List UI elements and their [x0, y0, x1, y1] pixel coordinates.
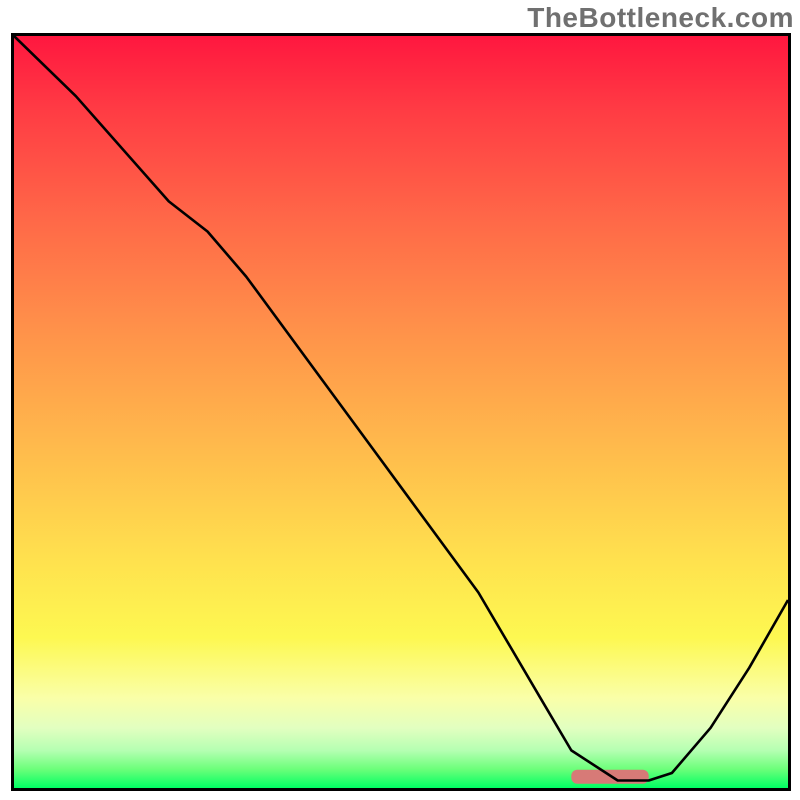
plot-area [14, 36, 788, 788]
bottleneck-curve [14, 36, 788, 781]
overlay-svg [14, 36, 788, 788]
plot-frame [11, 33, 791, 791]
watermark-text: TheBottleneck.com [527, 2, 794, 34]
bottleneck-chart: TheBottleneck.com [0, 0, 800, 800]
